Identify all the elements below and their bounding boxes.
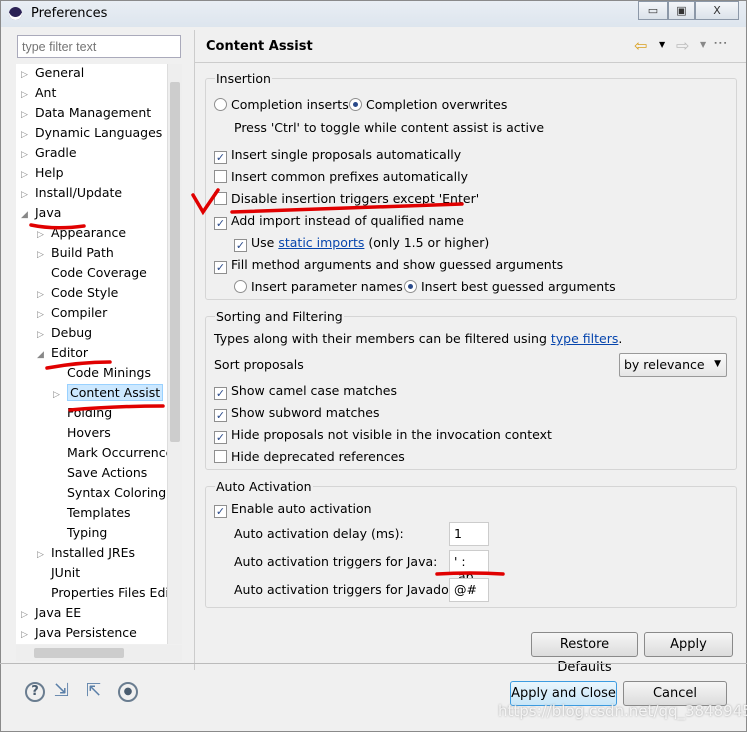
annotation-underline-disable — [230, 202, 464, 214]
annotation-checkmark — [191, 188, 220, 216]
red-annotations — [29, 188, 505, 576]
annotation-underline-content-assist — [68, 404, 165, 412]
annotation-underline-triggers — [435, 571, 505, 576]
annotation-underline-editor — [45, 360, 112, 370]
annotation-underline-java — [29, 223, 86, 230]
